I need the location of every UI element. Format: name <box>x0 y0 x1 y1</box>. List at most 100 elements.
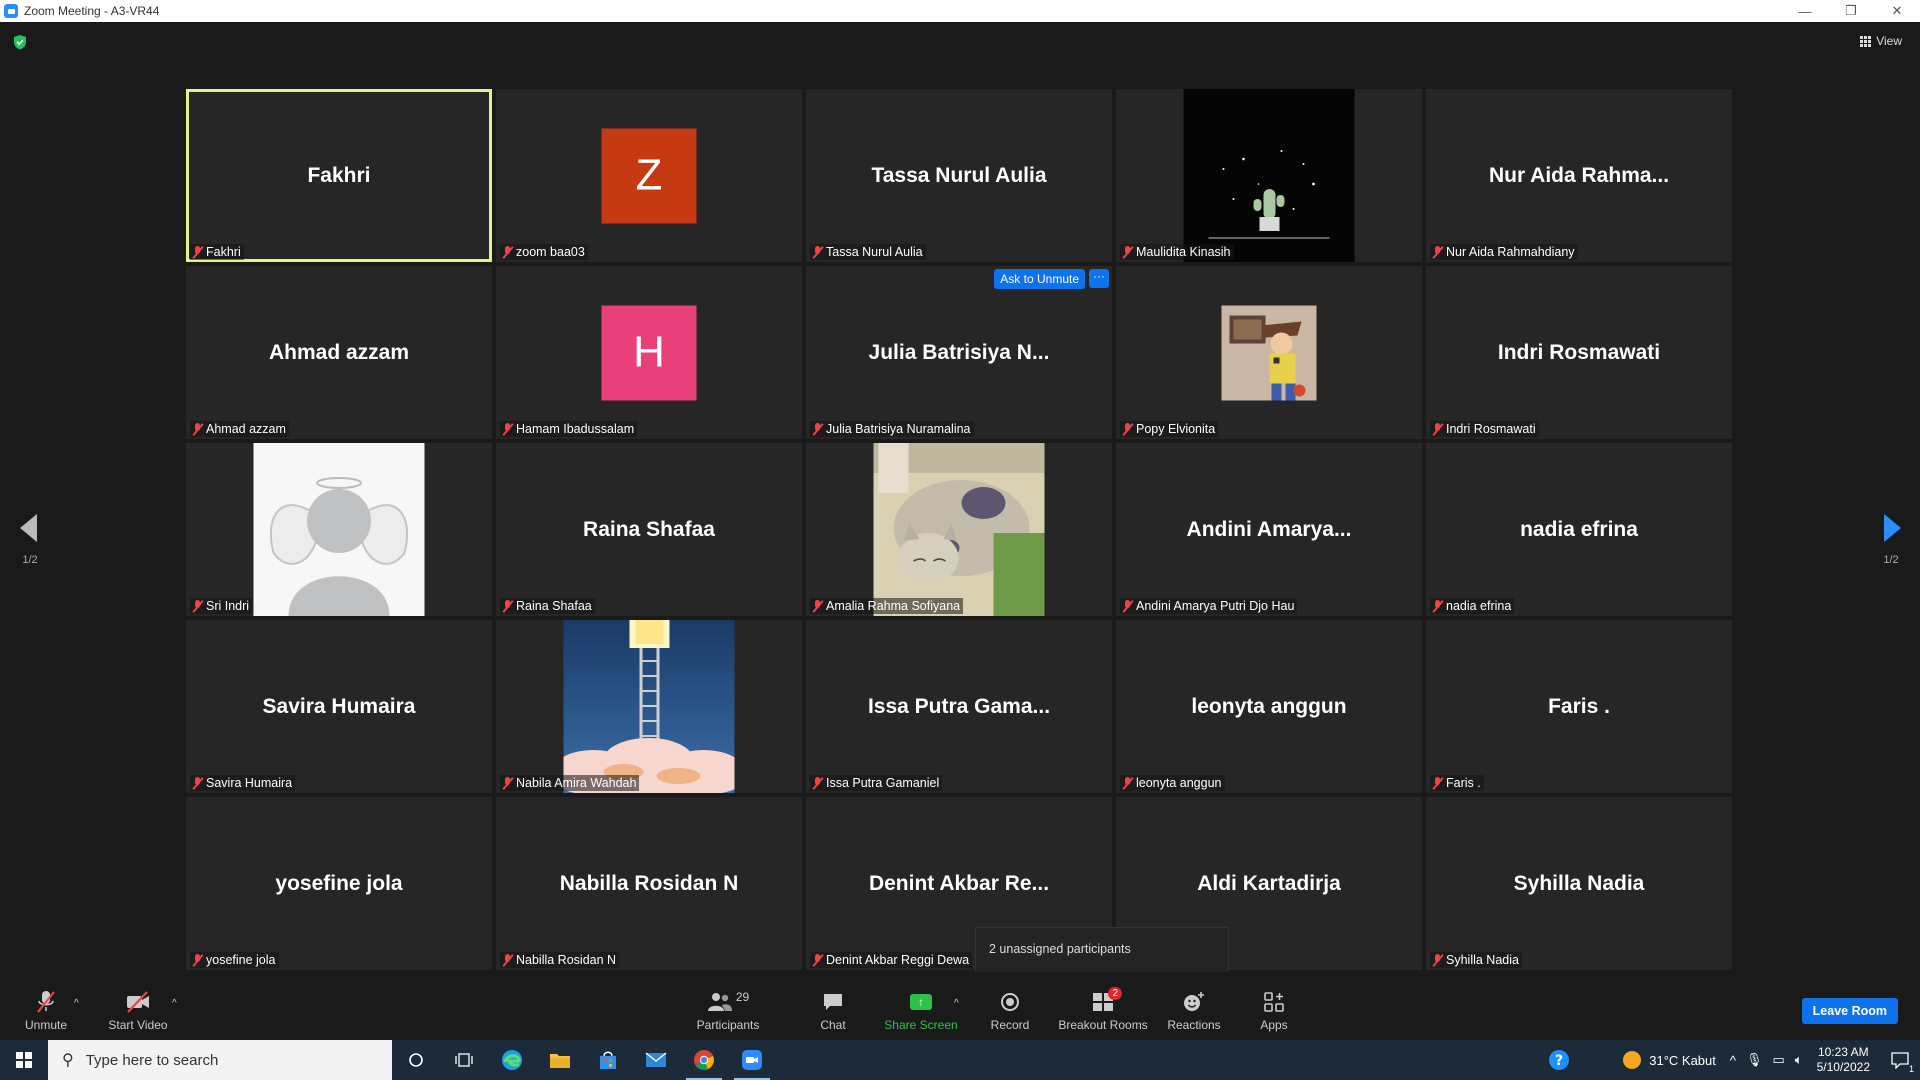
breakout-rooms-button[interactable]: 2 Breakout Rooms <box>1056 972 1150 1040</box>
participant-display-name: Denint Akbar Re... <box>868 871 1050 895</box>
participant-name-label: Popy Elvionita <box>1120 421 1219 437</box>
share-screen-button[interactable]: ↑ Share Screen <box>880 972 962 1040</box>
muted-microphone-icon <box>1122 599 1133 613</box>
participant-profile-picture <box>563 620 735 793</box>
page-indicator-right: 1/2 <box>1883 554 1899 566</box>
microphone-tray-icon[interactable]: 🎙︎ <box>1746 1052 1763 1068</box>
participant-name-text: Indri Rosmawati <box>1446 422 1536 436</box>
ask-to-unmute-button[interactable]: Ask to Unmute <box>994 269 1085 289</box>
participant-name-label: Tassa Nurul Aulia <box>810 244 926 260</box>
participant-tile[interactable]: Maulidita Kinasih <box>1116 89 1422 262</box>
video-options-caret-icon[interactable]: ^ <box>172 998 177 1009</box>
clock[interactable]: 10:23 AM 5/10/2022 <box>1817 1045 1870 1075</box>
participant-name-label: Denint Akbar Reggi Dewa <box>810 952 973 968</box>
participant-display-name: Indri Rosmawati <box>1497 340 1661 364</box>
share-screen-label: Share Screen <box>884 1018 958 1032</box>
participant-tile[interactable]: Nur Aida Rahma... Nur Aida Rahmahdiany <box>1426 89 1732 262</box>
participant-tile[interactable]: H Hamam Ibadussalam <box>496 266 802 439</box>
participants-icon: 29 <box>707 990 749 1014</box>
participant-tile[interactable]: Andini Amarya... Andini Amarya Putri Djo … <box>1116 443 1422 616</box>
share-options-caret-icon[interactable]: ^ <box>954 998 959 1009</box>
participant-tile[interactable]: leonyta anggun leonyta anggun <box>1116 620 1422 793</box>
participants-button[interactable]: 29 Participants <box>690 972 766 1040</box>
muted-microphone-icon <box>1432 599 1443 613</box>
window-title-bar: Zoom Meeting - A3-VR44 — ❐ ✕ <box>0 0 1920 22</box>
participant-tile[interactable]: Popy Elvionita <box>1116 266 1422 439</box>
close-button[interactable]: ✕ <box>1874 0 1920 22</box>
participant-tile[interactable]: Ahmad azzam Ahmad azzam <box>186 266 492 439</box>
muted-microphone-icon <box>192 953 203 967</box>
cortana-icon[interactable] <box>392 1040 440 1080</box>
record-label: Record <box>990 1018 1030 1032</box>
weather-text[interactable]: 31°C Kabut <box>1649 1053 1716 1068</box>
participant-name-label: Andini Amarya Putri Djo Hau <box>1120 598 1298 614</box>
video-off-icon <box>125 990 151 1014</box>
muted-microphone-icon <box>1432 245 1443 259</box>
microsoft-store-icon[interactable] <box>584 1040 632 1080</box>
participant-name-label: Maulidita Kinasih <box>1120 244 1234 260</box>
participant-tile[interactable]: Indri Rosmawati Indri Rosmawati <box>1426 266 1732 439</box>
apps-label: Apps <box>1260 1018 1288 1032</box>
chat-button[interactable]: Chat <box>812 972 854 1040</box>
participant-profile-picture <box>873 443 1045 616</box>
participant-display-name: nadia efrina <box>1520 517 1638 541</box>
participant-tile[interactable]: Amalia Rahma Sofiyana <box>806 443 1112 616</box>
unmute-button[interactable]: Unmute <box>18 972 74 1040</box>
participant-tile[interactable]: Nabilla Rosidan N Nabilla Rosidan N <box>496 797 802 970</box>
participant-tile[interactable]: Nabila Amira Wahdah <box>496 620 802 793</box>
next-page-arrow-icon[interactable] <box>1884 514 1901 542</box>
audio-options-caret-icon[interactable]: ^ <box>74 998 79 1009</box>
participant-name-label: Indri Rosmawati <box>1430 421 1539 437</box>
participant-name-label: Raina Shafaa <box>500 598 595 614</box>
participant-tile[interactable]: Fakhri Fakhri <box>186 89 492 262</box>
participant-name-text: Savira Humaira <box>206 776 293 790</box>
task-view-icon[interactable] <box>440 1040 488 1080</box>
zoom-taskbar-icon[interactable] <box>728 1040 776 1080</box>
notification-center-icon[interactable]: 1 <box>1880 1040 1920 1080</box>
participant-tile[interactable]: nadia efrina nadia efrina <box>1426 443 1732 616</box>
reactions-button[interactable]: Reactions <box>1164 972 1224 1040</box>
participant-tile[interactable]: Faris . Faris . <box>1426 620 1732 793</box>
participant-name-text: Popy Elvionita <box>1136 422 1216 436</box>
volume-icon[interactable]: 🔈︎ <box>1795 1052 1803 1068</box>
participant-name-label: Syhilla Nadia <box>1430 952 1522 968</box>
participant-name-text: zoom baa03 <box>516 245 585 259</box>
participant-tile[interactable]: Issa Putra Gama... Issa Putra Gamaniel <box>806 620 1112 793</box>
muted-microphone-icon <box>1122 245 1133 259</box>
participant-tile[interactable]: Tassa Nurul Aulia Tassa Nurul Aulia <box>806 89 1112 262</box>
help-icon[interactable]: ? <box>1535 1040 1583 1080</box>
muted-microphone-icon <box>502 776 513 790</box>
restore-button[interactable]: ❐ <box>1828 0 1874 22</box>
encryption-shield-icon[interactable] <box>12 34 28 50</box>
network-icon[interactable]: ▭ <box>1773 1052 1785 1068</box>
taskbar-search-box[interactable]: ⚲ Type here to search <box>48 1040 392 1080</box>
participant-tile[interactable]: Raina Shafaa Raina Shafaa <box>496 443 802 616</box>
participant-display-name: Nabilla Rosidan N <box>559 871 739 895</box>
muted-microphone-icon <box>502 245 513 259</box>
participant-name-text: Andini Amarya Putri Djo Hau <box>1136 599 1295 613</box>
leave-room-button[interactable]: Leave Room <box>1801 998 1898 1024</box>
chrome-icon[interactable] <box>680 1040 728 1080</box>
previous-page-arrow-icon[interactable] <box>20 514 37 542</box>
participant-profile-picture <box>1221 305 1317 400</box>
participant-name-text: Faris . <box>1446 776 1481 790</box>
mail-icon[interactable] <box>632 1040 680 1080</box>
participant-tile[interactable]: Syhilla Nadia Syhilla Nadia <box>1426 797 1732 970</box>
file-explorer-icon[interactable] <box>536 1040 584 1080</box>
more-options-button[interactable]: ··· <box>1089 269 1109 288</box>
minimize-button[interactable]: — <box>1782 0 1828 22</box>
participant-tile[interactable]: Sri Indri <box>186 443 492 616</box>
windows-start-icon[interactable] <box>0 1040 48 1080</box>
participant-display-name: Syhilla Nadia <box>1513 871 1645 895</box>
start-video-button[interactable]: Start Video <box>104 972 172 1040</box>
participant-tile[interactable]: Zzoom baa03 <box>496 89 802 262</box>
tray-overflow-chevron-icon[interactable]: ^ <box>1730 1053 1736 1068</box>
participant-tile[interactable]: Julia Batrisiya N... Julia Batrisiya Nura… <box>806 266 1112 439</box>
participant-tile[interactable]: Savira Humaira Savira Humaira <box>186 620 492 793</box>
edge-browser-icon[interactable] <box>488 1040 536 1080</box>
apps-button[interactable]: Apps <box>1254 972 1294 1040</box>
record-button[interactable]: Record <box>986 972 1034 1040</box>
participant-display-name: Fakhri <box>307 163 371 187</box>
view-button[interactable]: View <box>1860 34 1902 48</box>
participant-tile[interactable]: yosefine jola yosefine jola <box>186 797 492 970</box>
